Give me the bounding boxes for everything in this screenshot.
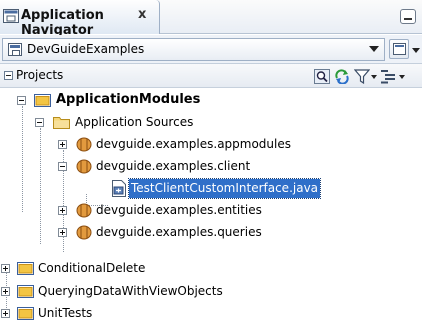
tree-node-package-client[interactable]: devguide.examples.client [0,156,422,178]
package-icon [76,137,92,152]
refresh-icon[interactable] [334,69,350,84]
tab-application-navigator[interactable]: Application Navigator x [0,0,160,38]
expand-icon[interactable] [1,287,10,296]
expand-icon[interactable] [58,206,67,215]
application-name: DevGuideExamples [27,42,145,56]
tree-node-package-entities[interactable]: devguide.examples.entities [0,200,422,222]
minimize-icon[interactable] [400,9,416,24]
collapse-icon[interactable] [58,162,67,171]
package-icon [76,203,92,218]
tree-node-label: devguide.examples.appmodules [96,137,291,151]
application-selector-bar: DevGuideExamples [0,35,422,64]
filter-search-icon[interactable] [314,69,330,84]
tree-node-label: devguide.examples.queries [96,225,262,239]
package-icon [76,225,92,240]
application-menu-icon [393,43,406,55]
java-file-icon [112,180,126,197]
tree-node-application-sources[interactable]: Application Sources [0,112,422,134]
tree-node-label: UnitTests [38,306,93,320]
project-folder-icon [17,262,34,275]
application-icon [8,43,22,56]
expand-icon[interactable] [1,264,10,273]
tree-node-label: ConditionalDelete [38,261,146,275]
application-menu-button[interactable] [389,39,409,59]
navigator-title-bar: Application Navigator x [0,0,422,38]
collapse-icon[interactable] [17,96,26,105]
close-tab-icon[interactable]: x [138,8,146,22]
filter-menu-chevron-icon[interactable] [371,75,377,79]
working-sets-chevron-icon[interactable] [399,75,405,79]
expand-icon[interactable] [1,309,10,318]
projects-panel-header: Projects [0,64,422,88]
tree-node-label: ApplicationModules [56,92,201,107]
collapse-projects-icon[interactable] [4,71,13,80]
project-folder-icon [17,285,34,298]
projects-title: Projects [16,68,64,82]
tree-node-label: devguide.examples.client [96,159,251,173]
tree-node-label: QueryingDataWithViewObjects [38,284,223,298]
chevron-down-icon[interactable] [369,46,379,52]
application-combo[interactable]: DevGuideExamples [2,38,385,61]
application-menu-chevron-icon[interactable] [412,48,420,53]
package-icon [76,159,92,174]
expand-icon[interactable] [58,228,67,237]
tree-node-file-selected[interactable]: TestClientCustomInterface.java [0,178,422,200]
filter-funnel-icon[interactable] [354,69,370,84]
application-navigator-icon [3,9,19,23]
tree-node-package-queries[interactable]: devguide.examples.queries [0,222,422,244]
project-folder-icon [17,307,34,320]
tree-node-application-modules[interactable]: ApplicationModules [0,90,422,112]
tree-node-label: devguide.examples.entities [96,203,262,217]
expand-icon[interactable] [58,140,67,149]
collapse-icon[interactable] [35,118,44,127]
folder-icon [53,117,70,129]
tree-node-unit-tests[interactable]: UnitTests [0,303,422,325]
tree-node-label: TestClientCustomInterface.java [127,178,322,199]
working-sets-icon[interactable] [380,69,396,84]
project-tree: ApplicationModules Application Sources d… [0,90,422,326]
project-folder-icon [34,94,51,107]
tree-node-package-appmodules[interactable]: devguide.examples.appmodules [0,134,422,156]
tree-node-querying-data[interactable]: QueryingDataWithViewObjects [0,281,422,303]
tree-node-label: Application Sources [75,115,194,129]
tree-node-conditional-delete[interactable]: ConditionalDelete [0,258,422,280]
